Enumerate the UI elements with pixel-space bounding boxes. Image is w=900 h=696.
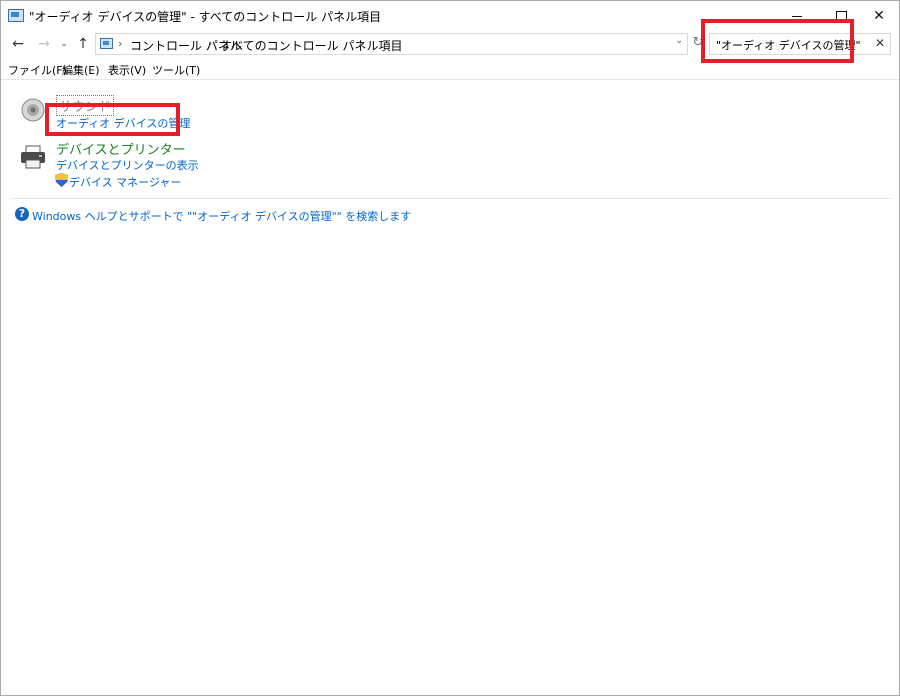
uac-shield-icon — [55, 173, 68, 187]
divider — [11, 198, 891, 199]
menu-tools[interactable]: ツール(T) — [152, 62, 200, 78]
windows-help-search-link[interactable]: Windows ヘルプとサポートで ""オーディオ デバイスの管理"" を検索し… — [32, 208, 411, 224]
window-title: "オーディオ デバイスの管理" - すべてのコントロール パネル項目 — [29, 10, 382, 24]
search-results: サウンド オーディオ デバイスの管理 デバイスとプリンター デバイスとプリンター… — [1, 80, 899, 694]
address-bar[interactable]: › コントロール パネル › すべてのコントロール パネル項目 › ⌄ — [95, 33, 688, 55]
search-highlight-box — [701, 19, 854, 63]
arrow-right-icon: → — [38, 36, 50, 52]
printer-icon — [21, 145, 45, 169]
clear-search-icon[interactable]: ✕ — [875, 36, 885, 50]
minimize-icon — [792, 15, 802, 17]
up-button[interactable]: ↑ — [74, 34, 92, 54]
control-panel-icon — [8, 9, 24, 22]
arrow-left-icon: ← — [12, 36, 24, 52]
chevron-right-icon: › — [118, 37, 123, 50]
help-icon: ? — [15, 207, 29, 221]
recent-locations-button[interactable]: ⌄ — [58, 34, 70, 54]
menu-edit[interactable]: 編集(E) — [62, 62, 100, 78]
view-devices-printers-link[interactable]: デバイスとプリンターの表示 — [56, 157, 199, 173]
arrow-up-icon: ↑ — [77, 36, 89, 52]
back-button[interactable]: ← — [9, 34, 27, 54]
chevron-right-icon: › — [208, 37, 213, 50]
menu-file[interactable]: ファイル(F) — [8, 62, 67, 78]
breadcrumb-all-items[interactable]: すべてのコントロール パネル項目 — [220, 37, 403, 54]
menu-view[interactable]: 表示(V) — [108, 62, 146, 78]
forward-button[interactable]: → — [35, 34, 53, 54]
device-manager-link[interactable]: デバイス マネージャー — [69, 174, 181, 190]
chevron-right-icon: › — [358, 37, 363, 50]
chevron-down-icon[interactable]: ⌄ — [675, 36, 683, 46]
category-devices-printers[interactable]: デバイスとプリンター — [56, 139, 186, 158]
close-icon: ✕ — [873, 8, 885, 24]
control-panel-icon — [100, 38, 113, 49]
speaker-icon — [21, 98, 45, 122]
close-button[interactable]: ✕ — [857, 1, 900, 31]
audio-link-highlight-box — [45, 103, 180, 136]
chevron-down-icon: ⌄ — [60, 39, 68, 49]
